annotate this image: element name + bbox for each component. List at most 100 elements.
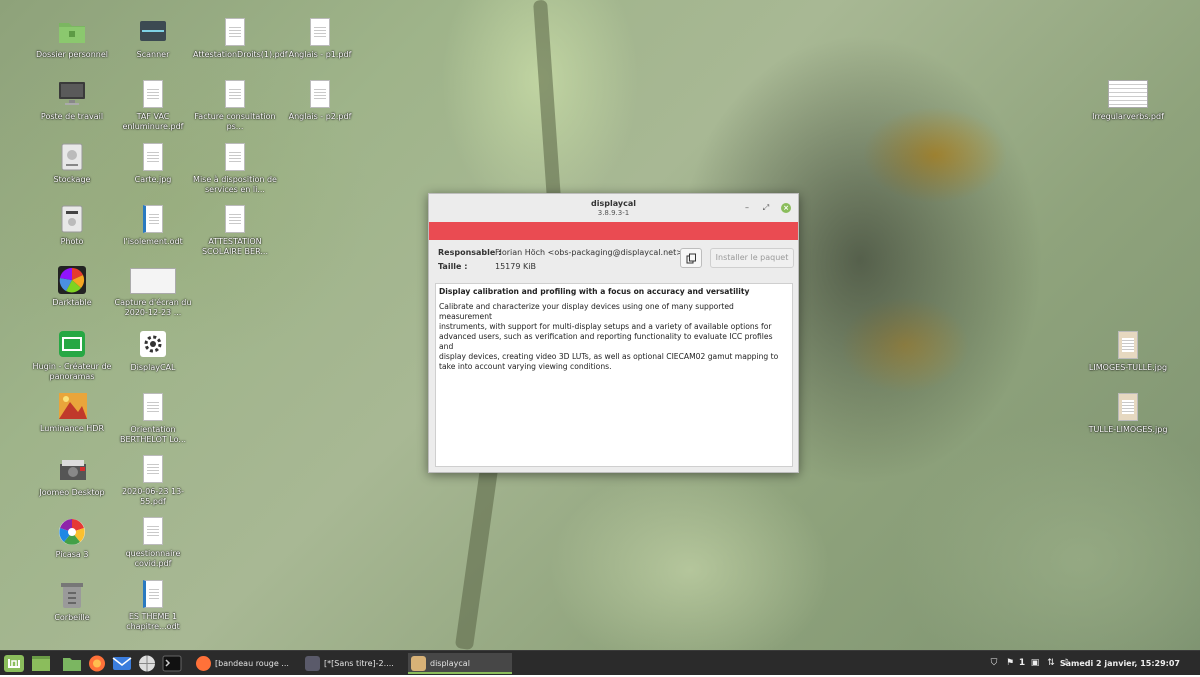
desktop-icon-attestation-scolaire[interactable]: ATTESTATION SCOLAIRE BER... <box>193 205 277 257</box>
task-label: [*[Sans titre]-2.... <box>324 659 394 668</box>
desktop-icon-luminance-hdr[interactable]: Luminance HDR <box>30 392 114 434</box>
launcher-mail[interactable] <box>111 654 133 673</box>
launcher-terminal[interactable] <box>161 654 183 673</box>
screenshot-icon <box>130 268 176 294</box>
drive-icon <box>58 143 86 171</box>
luminance-icon <box>58 392 87 420</box>
desktop-icon-attestation-droits[interactable]: AttestationDroits(1).pdf <box>193 18 288 60</box>
desktop-icon-taf-vac[interactable]: TAF VAC enluminure.pdf <box>111 80 195 132</box>
desktop-icon-es-theme[interactable]: ES THEME 1 chapitre...odt <box>111 580 195 632</box>
desktop-icon-home-folder[interactable]: Dossier personnel <box>30 18 114 60</box>
description-title: Display calibration and profiling with a… <box>439 287 750 296</box>
pdf-icon <box>225 205 245 233</box>
pdf-icon <box>1108 80 1148 108</box>
update-icon[interactable]: ▣ <box>1029 657 1041 669</box>
terminal-icon <box>162 655 182 672</box>
firefox-icon <box>89 655 105 672</box>
desktop-icon-trash[interactable]: Corbeille <box>30 581 114 623</box>
package-meta: Responsable : Florian Höch <obs-packagin… <box>429 240 798 276</box>
desktop-icon-displaycal[interactable]: DisplayCAL <box>111 331 195 373</box>
menu-button[interactable] <box>3 654 25 673</box>
desktop-icon-anglais-p1[interactable]: Anglais - p1.pdf <box>278 18 362 60</box>
task-firefox[interactable]: [bandeau rouge ... <box>193 653 297 674</box>
desktop-icon-irregularverbs[interactable]: Irregularverbs.pdf <box>1086 80 1170 122</box>
desktop-icon-darktable[interactable]: Darktable <box>30 266 114 308</box>
size-value: 15179 KiB <box>495 262 536 271</box>
pdf-icon <box>143 80 163 108</box>
desktop-icon-computer[interactable]: Poste de travail <box>30 80 114 122</box>
computer-icon <box>58 80 86 108</box>
install-package-button[interactable]: Installer le paquet <box>710 248 794 268</box>
description-line: instruments, with support for multi-disp… <box>439 322 772 331</box>
desktop-icon <box>32 656 50 671</box>
task-gimp[interactable]: [*[Sans titre]-2.... <box>302 653 406 674</box>
shield-icon[interactable]: ⛉ <box>988 657 1000 669</box>
pdf-icon <box>143 455 163 483</box>
desktop-icon-screenshot[interactable]: Capture d'écran du 2020-12-23 ... <box>111 268 195 318</box>
desktop-icon-picasa[interactable]: Picasa 3 <box>30 518 114 560</box>
desktop-icon-2020-06-23[interactable]: 2020-06-23 13-55.pdf <box>111 455 195 507</box>
copy-icon <box>686 253 696 264</box>
launcher-browser[interactable] <box>136 654 158 673</box>
pdf-icon <box>225 80 245 108</box>
desktop-icon-joomeo[interactable]: Joomeo Desktop <box>30 456 114 498</box>
desktop-icon-hugin[interactable]: Hugin - Créateur de panoramas <box>30 330 114 382</box>
network-icon[interactable]: ⇅ <box>1045 657 1057 669</box>
task-label: displaycal <box>430 659 470 668</box>
drive-icon <box>58 205 86 233</box>
launcher-firefox[interactable] <box>86 654 108 673</box>
notification-count: 1 <box>1018 658 1026 668</box>
launcher-files[interactable] <box>61 654 83 673</box>
joomeo-icon <box>58 456 86 484</box>
close-button[interactable]: × <box>781 203 791 213</box>
pdf-icon <box>143 517 163 545</box>
maintainer-label: Responsable : <box>438 248 502 257</box>
pdf-icon <box>143 393 163 421</box>
header-banner <box>429 222 798 240</box>
size-label: Taille : <box>438 262 468 271</box>
maximize-button[interactable]: ⤢ <box>761 203 771 213</box>
clock[interactable]: Samedi 2 janvier, 15:29:07 <box>1060 651 1180 676</box>
show-desktop-button[interactable] <box>30 654 52 673</box>
desktop-icon-scanner[interactable]: Scanner <box>111 18 195 60</box>
notification-icon[interactable]: ⚑ <box>1004 657 1016 669</box>
folder-home-icon <box>58 18 86 46</box>
trash-icon <box>58 581 86 609</box>
minimize-icon: – <box>745 203 749 212</box>
close-icon: × <box>783 204 789 212</box>
odt-icon <box>143 580 163 608</box>
details-button[interactable] <box>680 248 702 268</box>
desktop-icon-facture[interactable]: Facture consultation ps... <box>193 80 277 132</box>
desktop-icon-storage[interactable]: Stockage <box>30 143 114 185</box>
mint-logo-icon <box>4 655 24 672</box>
picasa-icon <box>58 518 86 546</box>
pdf-icon <box>310 80 330 108</box>
pdf-icon <box>225 18 245 46</box>
desktop-icon-isolement[interactable]: l'isolement.odt <box>111 205 195 247</box>
gear-icon <box>139 331 167 359</box>
desktop-icon-anglais-p2[interactable]: Anglais - p2.pdf <box>278 80 362 122</box>
gimp-icon <box>305 656 320 671</box>
maintainer-value: Florian Höch <obs-packaging@displaycal.n… <box>495 248 683 257</box>
desktop-icon-orientation[interactable]: Orientation BERTHELOT Lo... <box>111 393 195 445</box>
desktop-icon-tulle-limoges[interactable]: TULLE-LIMOGES.jpg <box>1086 393 1170 435</box>
description-line: display devices, creating video 3D LUTs,… <box>439 352 779 361</box>
package-icon <box>411 656 426 671</box>
description-box: Display calibration and profiling with a… <box>435 283 793 467</box>
window-titlebar[interactable]: displaycal 3.8.9.3-1 – ⤢ × <box>429 194 798 222</box>
firefox-icon <box>196 656 211 671</box>
odt-icon <box>143 205 163 233</box>
image-icon <box>1118 331 1138 359</box>
desktop-icon-carte[interactable]: Carte.jpg <box>111 143 195 185</box>
task-displaycal[interactable]: displaycal <box>408 653 512 674</box>
image-icon <box>143 143 163 171</box>
pdf-icon <box>310 18 330 46</box>
desktop-icon-limoges-tulle[interactable]: LIMOGES-TULLE.jpg <box>1086 331 1170 373</box>
minimize-button[interactable]: – <box>742 203 752 213</box>
desktop-icon-mise-a-disposition[interactable]: Mise à disposition de services en li... <box>193 143 277 195</box>
desktop-icon-questionnaire[interactable]: questionnaire covid.pdf <box>111 517 195 569</box>
wallpaper-stem <box>533 0 561 201</box>
description-line: take into account varying viewing condit… <box>439 362 612 371</box>
darktable-icon <box>58 266 86 294</box>
desktop-icon-photo[interactable]: Photo <box>30 205 114 247</box>
